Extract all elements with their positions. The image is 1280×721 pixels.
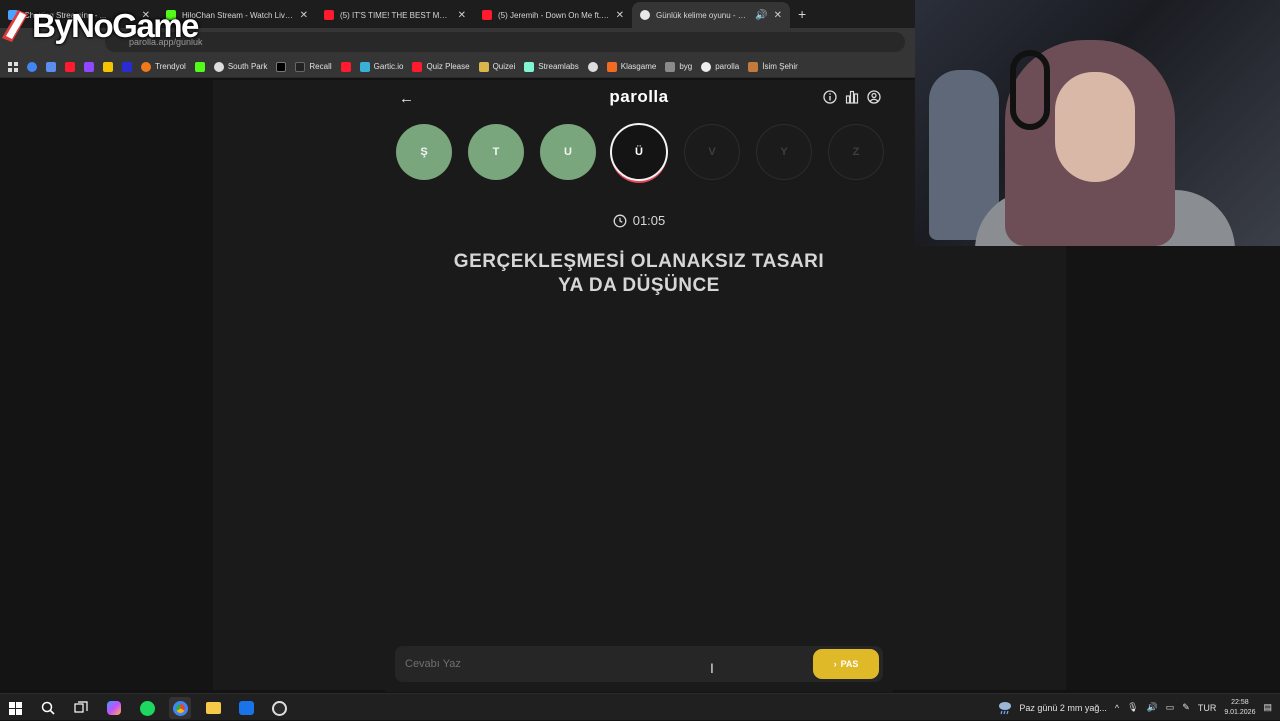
left-background	[0, 80, 213, 690]
letter-circle-y: Y	[756, 124, 812, 180]
browser-tab[interactable]: (5) Jeremih - Down On Me ft. 5( ✕	[474, 2, 632, 28]
letter-circle-s-cedilla: Ş	[396, 124, 452, 180]
chevron-up-icon[interactable]: ^	[1115, 703, 1119, 713]
pass-button[interactable]: › PAS	[813, 649, 879, 679]
info-icon[interactable]	[823, 90, 837, 104]
bookmarks-bar: Trendyol South Park Recall Gartic.io Qui…	[0, 56, 915, 78]
pen-icon[interactable]: ✎	[1182, 702, 1190, 713]
notification-icon[interactable]: ▤	[1263, 702, 1272, 713]
clock-date: 9.01.2026	[1224, 708, 1256, 716]
bookmark-gartic[interactable]: Gartic.io	[359, 61, 403, 72]
stats-icon[interactable]	[845, 90, 859, 104]
bookmark-trendyol[interactable]: Trendyol	[141, 61, 186, 72]
search-icon[interactable]	[37, 697, 59, 719]
tab-favicon-icon	[482, 10, 492, 20]
bookmark-byg[interactable]: byg	[665, 61, 692, 72]
right-background	[1066, 246, 1280, 690]
bookmark-google-icon[interactable]	[27, 61, 37, 72]
bookmark-recall[interactable]: Recall	[295, 61, 332, 72]
logo-text: ByNoGame	[32, 7, 199, 44]
tab-title: (5) IT'S TIME! THE BEST MAKEU	[340, 10, 452, 20]
headset	[1010, 50, 1050, 130]
new-tab-button[interactable]: +	[790, 6, 814, 28]
task-view-icon[interactable]	[70, 697, 92, 719]
text-cursor-icon: I	[710, 660, 714, 676]
clue-line-1: GERÇEKLEŞMESİ OLANAKSIZ TASARI	[453, 251, 825, 272]
speaker-icon[interactable]: 🔊	[755, 10, 767, 21]
bookmark-x-icon[interactable]	[276, 61, 287, 72]
tab-close-icon[interactable]: ✕	[458, 10, 466, 21]
file-explorer-icon[interactable]	[202, 697, 224, 719]
browser-tab-active[interactable]: Günlük kelime oyunu - paro 🔊 ✕	[632, 2, 790, 28]
weather-text: Paz günü 2 mm yağ...	[1019, 702, 1107, 713]
obs-icon[interactable]	[268, 697, 290, 719]
clock-time: 22:58	[1231, 698, 1249, 706]
bookmark-yellow-icon[interactable]	[103, 61, 113, 72]
windows-start-icon[interactable]	[4, 697, 26, 719]
bookmark-twitch-icon[interactable]	[84, 61, 94, 72]
tab-favicon-icon	[640, 10, 650, 20]
chevron-right-icon: ›	[833, 659, 837, 669]
tab-title: Günlük kelime oyunu - paro	[656, 10, 750, 20]
bookmark-parolla[interactable]: parolla	[701, 61, 739, 72]
letter-progress: Ş T U Ü V Y Z	[396, 123, 886, 184]
bookmark-translate-icon[interactable]	[46, 61, 56, 72]
webcam-feed	[915, 0, 1280, 246]
tab-close-icon[interactable]: ✕	[616, 10, 624, 21]
pass-label: PAS	[840, 659, 859, 669]
clock-icon	[613, 214, 627, 227]
letter-circle-u: U	[540, 124, 596, 180]
windows-taskbar: Paz günü 2 mm yağ... ^ 🎙 🔊 ▭ ✎ TUR 22:58…	[0, 693, 1280, 720]
header-icons	[823, 90, 881, 104]
bookmark-youtube-icon[interactable]	[65, 61, 75, 72]
bookmark-quizei[interactable]: Quizei	[478, 61, 515, 72]
bookmark-streamlabs[interactable]: Streamlabs	[524, 61, 579, 72]
letter-circle-t: T	[468, 124, 524, 180]
network-icon[interactable]: ▭	[1166, 702, 1175, 713]
letter-circle-u-umlaut-current: Ü	[610, 123, 668, 181]
system-tray: Paz günü 2 mm yağ... ^ 🎙 🔊 ▭ ✎ TUR 22:58…	[997, 694, 1272, 721]
letter-circle-z: Z	[828, 124, 884, 180]
bookmark-isim-sehir[interactable]: İsim Şehir	[748, 61, 798, 72]
copilot-icon[interactable]	[103, 697, 125, 719]
bookmark-blue-icon[interactable]	[122, 61, 132, 72]
clue-text: GERÇEKLEŞMESİ OLANAKSIZ TASARI YA DA DÜŞ…	[425, 250, 853, 298]
chrome-icon[interactable]	[169, 697, 191, 719]
language-indicator[interactable]: TUR	[1198, 703, 1217, 713]
clue-line-2: YA DA DÜŞÜNCE	[558, 275, 720, 296]
bookmark-youtube-icon[interactable]	[340, 61, 351, 72]
profile-icon[interactable]	[867, 90, 881, 104]
tab-title: (5) Jeremih - Down On Me ft. 5(	[498, 10, 610, 20]
letter-circle-v: V	[684, 124, 740, 180]
page-gutter-left	[213, 80, 385, 690]
bookmark-south-park[interactable]: South Park	[213, 61, 267, 72]
timer-value: 01:05	[632, 213, 666, 228]
logo-mark-icon	[2, 10, 28, 42]
bookmark-globe-icon[interactable]	[587, 61, 598, 72]
weather-widget[interactable]: Paz günü 2 mm yağ...	[997, 701, 1107, 715]
spotify-icon[interactable]	[136, 697, 158, 719]
app-title: parolla	[609, 87, 669, 106]
speaker-icon[interactable]: 🔊	[1147, 702, 1158, 713]
rain-cloud-icon	[999, 701, 1012, 714]
timer: 01:05	[385, 213, 893, 228]
apps-grid-icon[interactable]	[8, 61, 18, 72]
answer-bar: › PAS	[395, 646, 883, 682]
outlook-icon[interactable]	[235, 697, 257, 719]
tab-favicon-icon	[324, 10, 334, 20]
answer-input[interactable]	[405, 654, 785, 674]
browser-tab[interactable]: (5) IT'S TIME! THE BEST MAKEU ✕	[316, 2, 474, 28]
bookmark-quiz-please[interactable]: Quiz Please	[412, 61, 470, 72]
stream-logo: ByNoGame	[0, 6, 230, 46]
tab-close-icon[interactable]: ✕	[774, 10, 782, 21]
bookmark-kick-icon[interactable]	[194, 61, 205, 72]
bookmark-klasgame[interactable]: Klasgame	[606, 61, 656, 72]
clock[interactable]: 22:58 9.01.2026	[1224, 698, 1255, 718]
parolla-app: ← parolla Ş T U Ü V Y Z 01:05 GERÇEKLEŞM…	[385, 80, 893, 692]
tab-close-icon[interactable]: ✕	[300, 10, 308, 21]
microphone-icon[interactable]: 🎙	[1127, 702, 1138, 713]
streamer-face	[1055, 72, 1135, 182]
